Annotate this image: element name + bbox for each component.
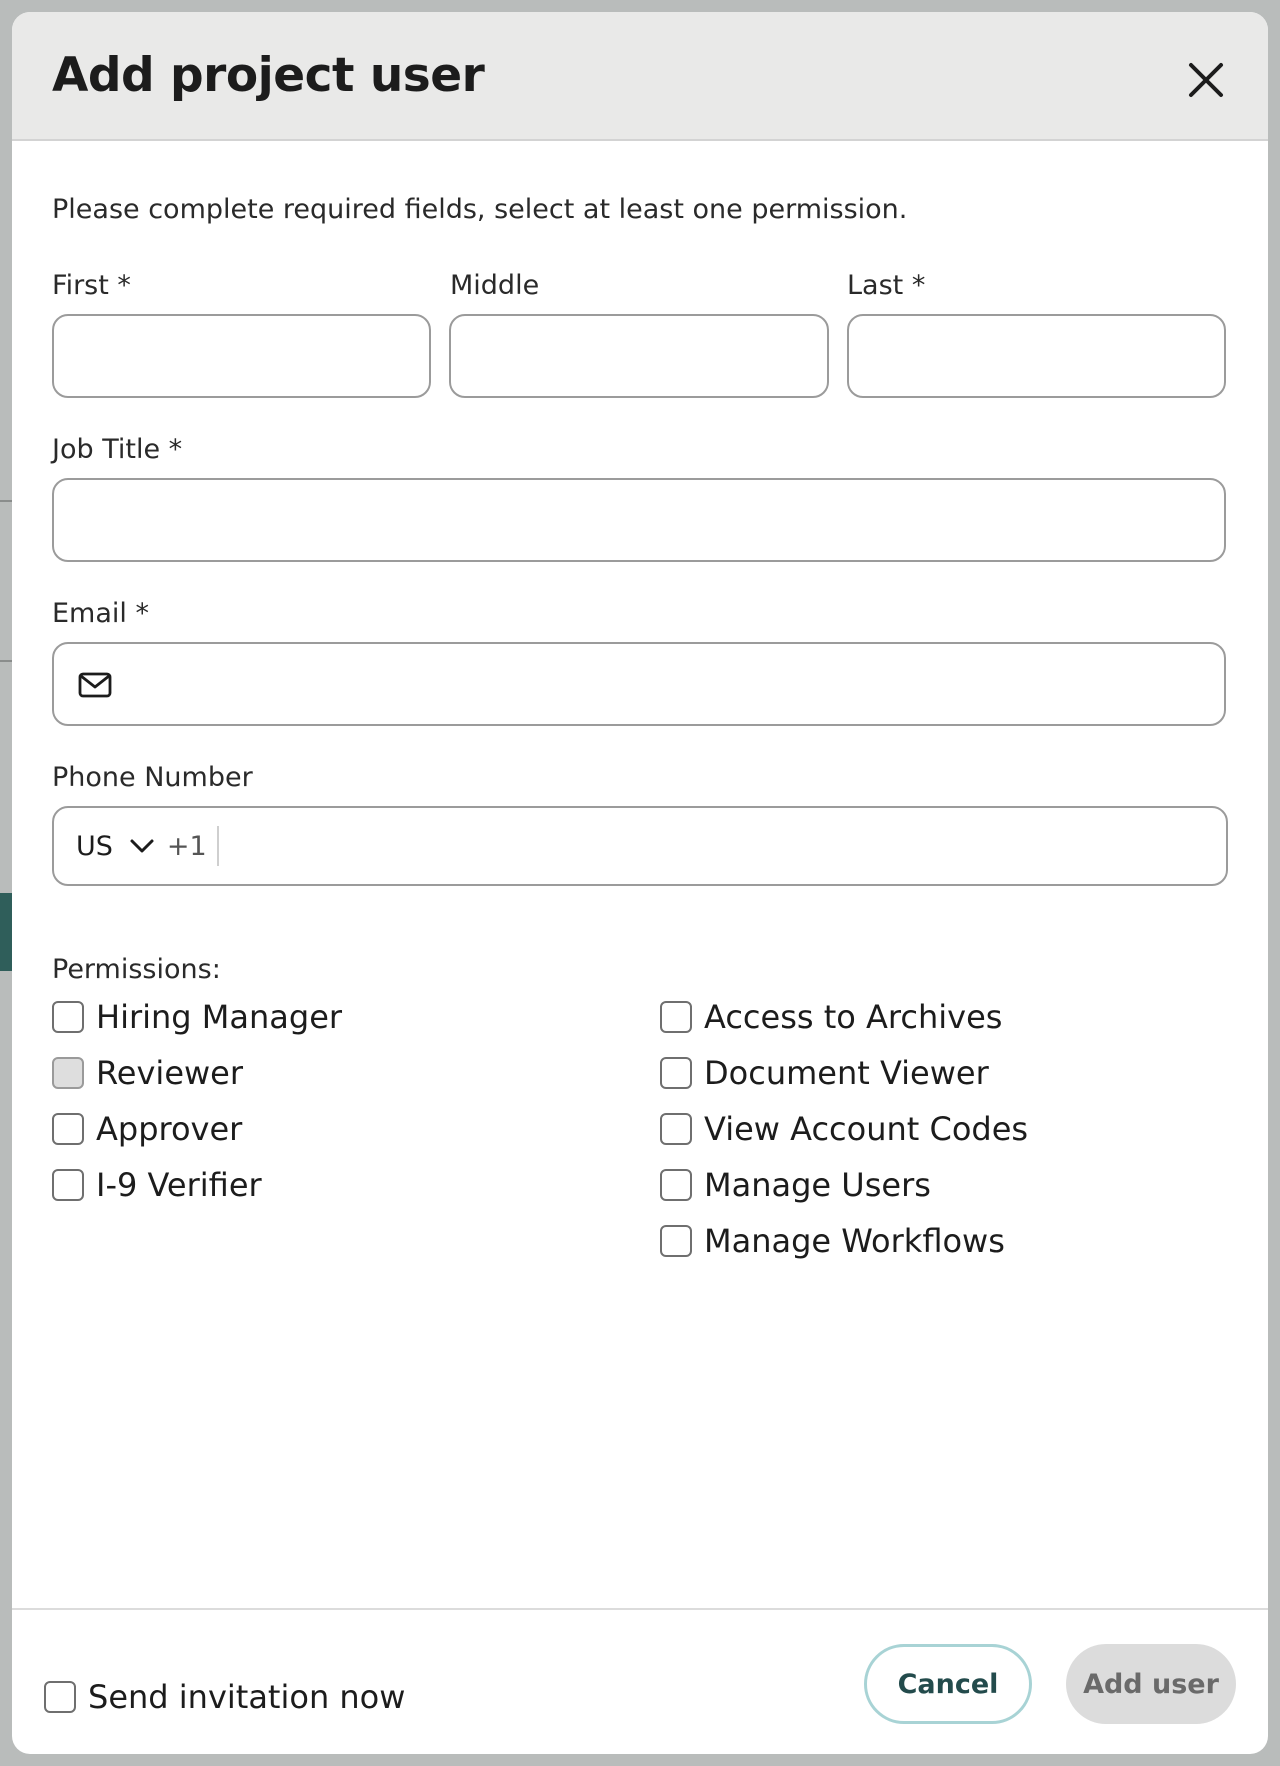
permission-access-to-archives[interactable]: Access to Archives	[660, 998, 1002, 1036]
chevron-down-icon	[130, 839, 154, 853]
email-field[interactable]	[52, 642, 1226, 726]
permission-label: Manage Users	[704, 1166, 931, 1204]
checkbox[interactable]	[660, 1225, 692, 1257]
mail-icon	[78, 672, 112, 698]
permission-label: Hiring Manager	[96, 998, 343, 1036]
email-label: Email *	[52, 598, 149, 629]
email-input[interactable]	[54, 644, 1224, 724]
permission-document-viewer[interactable]: Document Viewer	[660, 1054, 989, 1092]
checkbox[interactable]	[52, 1001, 84, 1033]
first-name-label: First *	[52, 270, 131, 301]
cancel-button[interactable]: Cancel	[864, 1644, 1032, 1724]
permission-label: Reviewer	[96, 1054, 244, 1092]
permission-label: View Account Codes	[704, 1110, 1029, 1148]
checkbox-disabled	[52, 1057, 84, 1089]
phone-number-input[interactable]	[218, 808, 1226, 884]
checkbox[interactable]	[52, 1113, 84, 1145]
first-name-input[interactable]	[54, 316, 429, 396]
close-button[interactable]	[1182, 56, 1230, 104]
permission-label: Access to Archives	[704, 998, 1003, 1036]
phone-number-field: US +1	[52, 806, 1228, 886]
permissions-title: Permissions:	[52, 954, 221, 985]
checkbox[interactable]	[52, 1169, 84, 1201]
dialog-title: Add project user	[52, 48, 485, 103]
dial-code: +1	[166, 830, 207, 862]
job-title-field[interactable]	[52, 478, 1226, 562]
permission-approver[interactable]: Approver	[52, 1110, 242, 1148]
country-select[interactable]: US +1	[54, 808, 219, 884]
instructions-text: Please complete required fields, select …	[52, 194, 908, 225]
permission-reviewer: Reviewer	[52, 1054, 243, 1092]
first-name-field[interactable]	[52, 314, 431, 398]
permission-i9-verifier[interactable]: I-9 Verifier	[52, 1166, 262, 1204]
add-project-user-dialog: Add project user Please complete require…	[12, 12, 1268, 1754]
last-name-label: Last *	[847, 270, 926, 301]
send-invitation-toggle[interactable]: Send invitation now	[44, 1678, 405, 1716]
permission-label: Manage Workflows	[704, 1222, 1005, 1260]
permission-manage-users[interactable]: Manage Users	[660, 1166, 931, 1204]
checkbox[interactable]	[660, 1113, 692, 1145]
last-name-input[interactable]	[849, 316, 1224, 396]
send-invitation-label: Send invitation now	[88, 1678, 406, 1716]
permission-manage-workflows[interactable]: Manage Workflows	[660, 1222, 1005, 1260]
permission-label: I-9 Verifier	[96, 1166, 262, 1204]
checkbox[interactable]	[660, 1057, 692, 1089]
footer-divider	[12, 1608, 1268, 1610]
checkbox[interactable]	[660, 1001, 692, 1033]
permission-hiring-manager[interactable]: Hiring Manager	[52, 998, 342, 1036]
middle-name-label: Middle	[450, 270, 540, 301]
phone-number-label: Phone Number	[52, 762, 253, 793]
dialog-header: Add project user	[12, 12, 1268, 141]
job-title-label: Job Title *	[52, 434, 183, 465]
permission-view-account-codes[interactable]: View Account Codes	[660, 1110, 1028, 1148]
close-icon	[1189, 63, 1223, 97]
country-code: US	[76, 830, 113, 862]
permission-label: Approver	[96, 1110, 243, 1148]
middle-name-field[interactable]	[449, 314, 829, 398]
permission-label: Document Viewer	[704, 1054, 989, 1092]
checkbox[interactable]	[660, 1169, 692, 1201]
checkbox[interactable]	[44, 1681, 76, 1713]
last-name-field[interactable]	[847, 314, 1226, 398]
middle-name-input[interactable]	[451, 316, 827, 396]
job-title-input[interactable]	[54, 480, 1224, 560]
add-user-button[interactable]: Add user	[1066, 1644, 1236, 1724]
